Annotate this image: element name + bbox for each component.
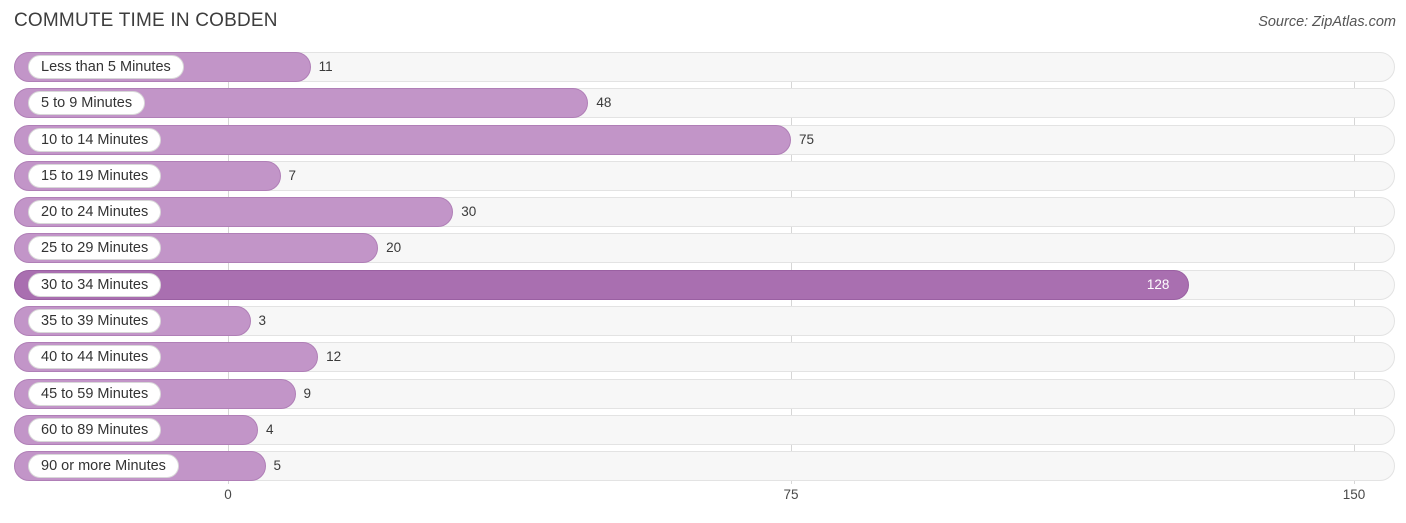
category-label: 45 to 59 Minutes bbox=[28, 381, 162, 406]
category-label: 60 to 89 Minutes bbox=[28, 417, 162, 442]
axis-tick-label: 0 bbox=[224, 487, 232, 502]
category-label: 15 to 19 Minutes bbox=[28, 163, 162, 188]
value-label: 20 bbox=[386, 240, 402, 256]
value-label: 128 bbox=[1146, 276, 1170, 292]
bar-row: 10 to 14 Minutes 75 bbox=[14, 124, 1395, 155]
bar-row: 5 to 9 Minutes 48 bbox=[14, 88, 1395, 119]
source-attribution: Source: ZipAtlas.com bbox=[1258, 14, 1396, 30]
category-label: 20 to 24 Minutes bbox=[28, 200, 162, 225]
x-axis: 0 75 150 bbox=[14, 487, 1395, 511]
bar-row: 35 to 39 Minutes 3 bbox=[14, 306, 1395, 337]
bar-row: 25 to 29 Minutes 20 bbox=[14, 233, 1395, 264]
bar-row: 40 to 44 Minutes 12 bbox=[14, 342, 1395, 373]
value-label: 30 bbox=[461, 204, 477, 220]
value-label: 5 bbox=[273, 458, 282, 474]
bar-rows: Less than 5 Minutes 11 5 to 9 Minutes 48 10 … bbox=[14, 52, 1395, 484]
chart-container: Commute Time in Cobden Source: ZipAtlas.… bbox=[0, 0, 1406, 523]
value-label: 9 bbox=[303, 385, 312, 401]
category-label: 10 to 14 Minutes bbox=[28, 127, 162, 152]
category-label: 25 to 29 Minutes bbox=[28, 236, 162, 261]
bar-row: 90 or more Minutes 5 bbox=[14, 451, 1395, 482]
bar-row: 45 to 59 Minutes 9 bbox=[14, 378, 1395, 409]
value-label: 48 bbox=[596, 95, 612, 111]
bar-row: 20 to 24 Minutes 30 bbox=[14, 197, 1395, 228]
category-label: 35 to 39 Minutes bbox=[28, 309, 162, 334]
value-label: 12 bbox=[326, 349, 342, 365]
bar-row: Less than 5 Minutes 11 bbox=[14, 52, 1395, 82]
value-label: 7 bbox=[288, 167, 297, 183]
value-label: 3 bbox=[258, 313, 267, 329]
category-label: Less than 5 Minutes bbox=[28, 55, 184, 79]
page-title: Commute Time in Cobden bbox=[14, 10, 278, 31]
axis-tick-label: 75 bbox=[783, 487, 799, 502]
plot-area: Less than 5 Minutes 11 5 to 9 Minutes 48 10 … bbox=[14, 52, 1395, 484]
value-label: 11 bbox=[318, 59, 333, 74]
category-label: 5 to 9 Minutes bbox=[28, 91, 146, 116]
category-label: 40 to 44 Minutes bbox=[28, 345, 162, 370]
bar-row: 15 to 19 Minutes 7 bbox=[14, 160, 1395, 191]
value-label: 4 bbox=[266, 421, 274, 437]
bar-row: 30 to 34 Minutes 128 bbox=[14, 269, 1395, 300]
bar[interactable] bbox=[14, 269, 1189, 300]
bar-row: 60 to 89 Minutes 4 bbox=[14, 414, 1395, 445]
axis-tick-label: 150 bbox=[1342, 487, 1366, 502]
value-label: 75 bbox=[799, 131, 815, 147]
category-label: 90 or more Minutes bbox=[28, 454, 179, 479]
category-label: 30 to 34 Minutes bbox=[28, 272, 162, 297]
